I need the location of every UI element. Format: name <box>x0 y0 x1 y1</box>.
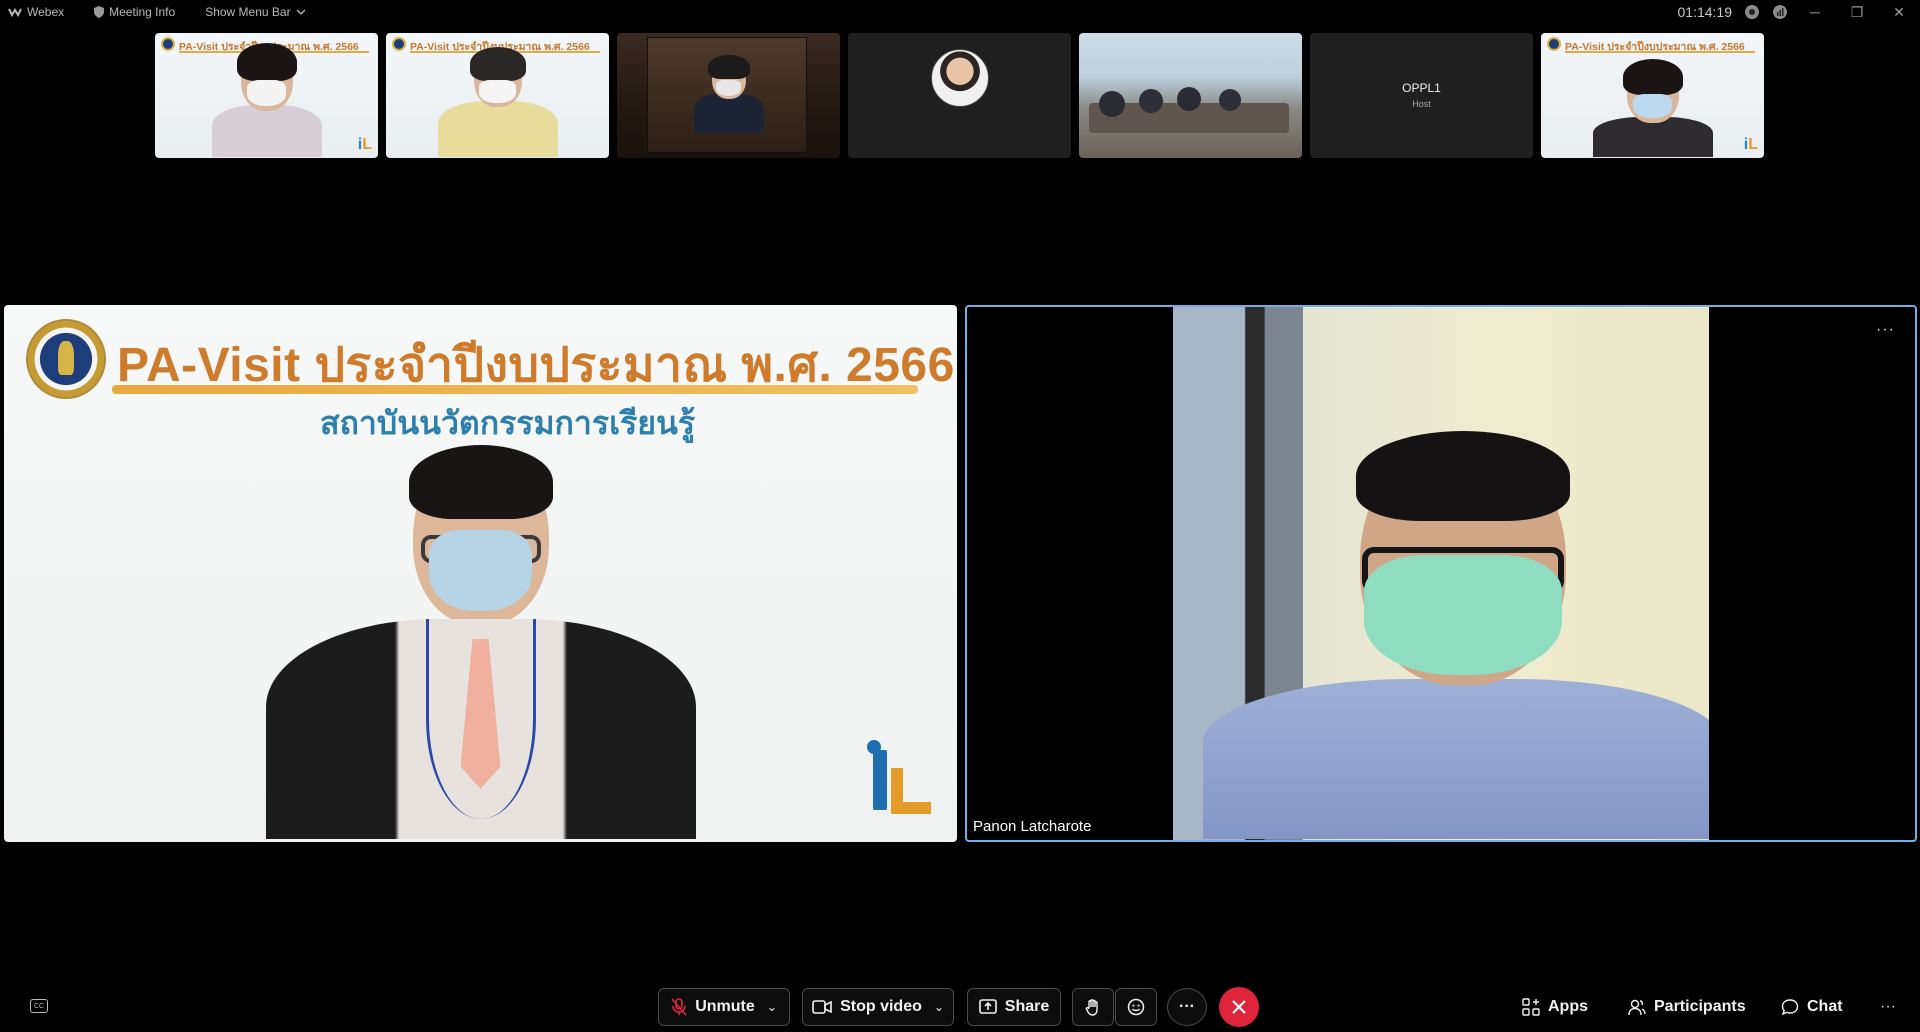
filmstrip-tile[interactable] <box>617 33 840 158</box>
meeting-timer: 01:14:19 <box>1677 4 1733 20</box>
unmute-label: Unmute <box>695 998 755 1015</box>
participant-video <box>211 43 322 157</box>
university-seal-icon <box>26 319 106 399</box>
video-camera-icon <box>812 1000 832 1014</box>
participant-video <box>1592 59 1713 157</box>
stop-video-label: Stop video <box>840 998 922 1015</box>
filmstrip-tile[interactable]: OPPL1 Host <box>1310 33 1533 158</box>
chat-label: Chat <box>1807 998 1843 1015</box>
emoji-reaction-icon <box>1127 998 1145 1016</box>
filmstrip-tile[interactable] <box>1079 33 1302 158</box>
il-logo-icon: iL <box>357 136 372 153</box>
share-screen-icon <box>978 999 997 1014</box>
leave-meeting-button[interactable] <box>1219 987 1259 1027</box>
show-menu-bar-label: Show Menu Bar <box>205 5 291 19</box>
app-name: Webex <box>27 5 65 19</box>
raise-hand-button[interactable] <box>1072 988 1114 1026</box>
microphone-muted-icon <box>671 998 687 1016</box>
close-window-button[interactable]: ✕ <box>1884 0 1914 24</box>
more-options-button[interactable]: ··· <box>1167 988 1207 1026</box>
stop-video-button[interactable]: Stop video ⌄ <box>802 988 954 1026</box>
share-label: Share <box>1004 998 1050 1015</box>
chat-button[interactable]: Chat <box>1781 991 1843 1023</box>
close-icon <box>1232 1000 1246 1014</box>
overflow-menu-label: ··· <box>1880 998 1896 1015</box>
shield-icon <box>94 6 105 18</box>
institute-logo-icon <box>392 37 406 51</box>
stage-tile-left[interactable]: PA-Visit ประจำปีงบประมาณ พ.ศ. 2566 สถาบั… <box>4 305 957 842</box>
overflow-menu-button[interactable]: ··· <box>1880 991 1896 1023</box>
apps-button[interactable]: Apps <box>1522 991 1588 1023</box>
participant-name-label: Panon Latcharote <box>973 818 1092 835</box>
titlebar-right: 01:14:19 ─ ❐ ✕ <box>1678 0 1915 24</box>
speaker-video <box>265 445 696 839</box>
participant-video-person <box>693 55 764 133</box>
share-button[interactable]: Share <box>967 988 1061 1026</box>
participant-person <box>1203 431 1709 839</box>
participant-filmstrip: PA-Visit ประจำปีงบประมาณ พ.ศ. 2566 iL PA… <box>155 33 1764 158</box>
recording-status-icon[interactable] <box>1744 4 1760 20</box>
institute-logo-icon <box>161 37 175 51</box>
chat-bubble-icon <box>1781 999 1799 1016</box>
filmstrip-tile[interactable]: PA-Visit ประจำปีงบประมาณ พ.ศ. 2566 iL <box>155 33 378 158</box>
tile-more-options[interactable]: ··· <box>1876 321 1895 339</box>
participants-icon <box>1628 999 1646 1016</box>
webex-logo-icon <box>8 8 22 17</box>
il-logo-icon <box>865 740 935 830</box>
unmute-button[interactable]: Unmute ⌄ <box>658 988 790 1026</box>
network-signal-icon[interactable] <box>1772 4 1788 20</box>
reactions-button[interactable] <box>1115 988 1157 1026</box>
host-role: Host <box>1412 99 1431 109</box>
title-bar: Webex Meeting Info Show Menu Bar 01:14:1… <box>0 0 1920 24</box>
filmstrip-tile[interactable] <box>848 33 1071 158</box>
chevron-down-icon[interactable]: ⌄ <box>934 1000 944 1014</box>
restore-window-button[interactable]: ❐ <box>1842 0 1872 24</box>
more-options-label: ··· <box>1179 998 1195 1015</box>
meeting-info-label: Meeting Info <box>109 5 176 19</box>
meeting-controls-bar: CC Unmute ⌄ Stop video ⌄ Share ··· Apps … <box>0 985 1920 1029</box>
chevron-down-icon <box>296 9 306 15</box>
stage-tile-active-speaker[interactable]: ··· Panon Latcharote <box>965 305 1917 842</box>
minimize-window-button[interactable]: ─ <box>1800 0 1830 24</box>
participant-avatar <box>930 49 989 107</box>
meeting-info-button[interactable]: Meeting Info <box>94 5 175 19</box>
apps-label: Apps <box>1548 998 1588 1015</box>
thumb-divider <box>1565 51 1755 53</box>
institute-logo-icon <box>1547 37 1561 51</box>
chevron-down-icon[interactable]: ⌄ <box>767 1000 777 1014</box>
participants-button[interactable]: Participants <box>1628 991 1746 1023</box>
participant-video <box>1173 307 1709 840</box>
raise-hand-icon <box>1085 999 1098 1016</box>
participants-label: Participants <box>1654 998 1746 1015</box>
closed-captions-icon[interactable]: CC <box>30 999 48 1013</box>
participant-video <box>437 47 558 157</box>
host-name: OPPL1 <box>1402 81 1441 95</box>
show-menu-bar-button[interactable]: Show Menu Bar <box>205 5 306 19</box>
slide-title-underline <box>112 385 918 394</box>
slide-subtitle: สถาบันนวัตกรรมการเรียนรู้ <box>320 405 695 441</box>
filmstrip-tile[interactable]: PA-Visit ประจำปีงบประมาณ พ.ศ. 2566 iL <box>1541 33 1764 158</box>
app-menu[interactable]: Webex <box>8 5 64 19</box>
filmstrip-tile[interactable]: PA-Visit ประจำปีงบประมาณ พ.ศ. 2566 <box>386 33 609 158</box>
il-logo-icon: iL <box>1743 136 1758 153</box>
apps-grid-icon <box>1522 998 1540 1016</box>
